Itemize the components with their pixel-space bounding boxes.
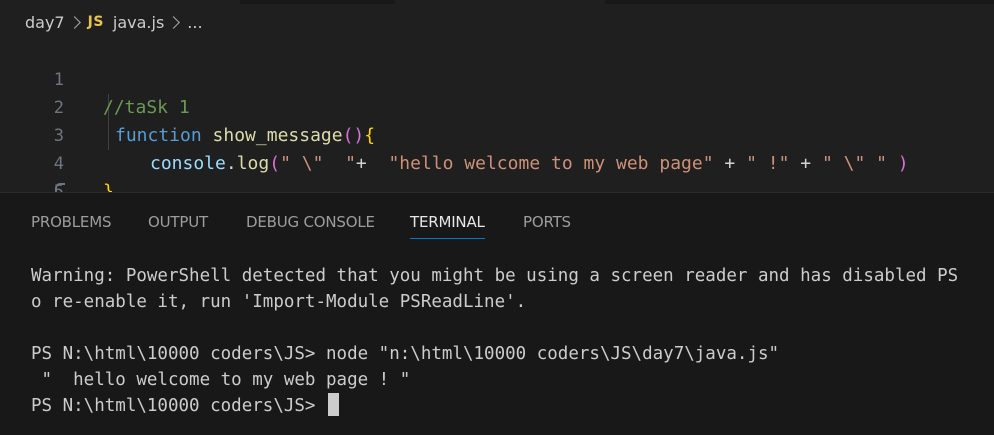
tab-ports[interactable]: PORTS bbox=[523, 213, 571, 231]
js-file-icon: JS bbox=[87, 14, 104, 30]
panel-tabs: PROBLEMS OUTPUT DEBUG CONSOLE TERMINAL P… bbox=[0, 193, 994, 243]
terminal-line: o re-enable it, run 'Import-Module PSRea… bbox=[31, 292, 527, 312]
code-editor[interactable]: 1 //taSk 1 2 function show_message(){ 3 … bbox=[0, 38, 994, 192]
terminal-prompt: PS N:\html\10000 coders\JS> bbox=[31, 396, 327, 416]
terminal-line: " hello welcome to my web page ! " bbox=[31, 370, 411, 390]
code-line[interactable]: 1 //taSk 1 bbox=[0, 38, 994, 118]
terminal-line: PS N:\html\10000 coders\JS> node "n:\htm… bbox=[31, 344, 780, 364]
breadcrumb-folder[interactable]: day7 bbox=[25, 13, 65, 32]
vscode-window: day7 JS java.js ... 1 //taSk 1 2 functio… bbox=[0, 0, 994, 435]
chevron-right-icon bbox=[67, 15, 81, 29]
code-line[interactable]: 2 function show_message(){ bbox=[0, 66, 994, 146]
terminal-cursor bbox=[328, 392, 340, 416]
terminal-line: Warning: PowerShell detected that you mi… bbox=[31, 266, 959, 286]
tab-output[interactable]: OUTPUT bbox=[148, 213, 208, 231]
breadcrumb-more[interactable]: ... bbox=[187, 13, 202, 32]
bottom-panel: PROBLEMS OUTPUT DEBUG CONSOLE TERMINAL P… bbox=[0, 192, 994, 435]
code-line[interactable]: 5 show_message() bbox=[0, 150, 994, 192]
tab-strip bbox=[0, 0, 994, 4]
code-line[interactable]: 3 console.log(" \" "+ "hello welcome to … bbox=[0, 94, 994, 174]
breadcrumb-file[interactable]: java.js bbox=[113, 13, 164, 32]
line-number-partial bbox=[55, 183, 65, 192]
tab-debug-console[interactable]: DEBUG CONSOLE bbox=[246, 213, 375, 231]
code-brace: } bbox=[103, 181, 114, 192]
breadcrumb: day7 JS java.js ... bbox=[25, 9, 203, 35]
tab-problems[interactable]: PROBLEMS bbox=[31, 213, 111, 231]
terminal-prompt-line[interactable]: PS N:\html\10000 coders\JS> bbox=[31, 392, 340, 419]
tab-terminal[interactable]: TERMINAL bbox=[410, 213, 485, 239]
terminal-output[interactable]: Warning: PowerShell detected that you mi… bbox=[0, 253, 994, 435]
code-line[interactable]: 4 } bbox=[0, 122, 994, 192]
chevron-right-icon bbox=[167, 15, 181, 29]
